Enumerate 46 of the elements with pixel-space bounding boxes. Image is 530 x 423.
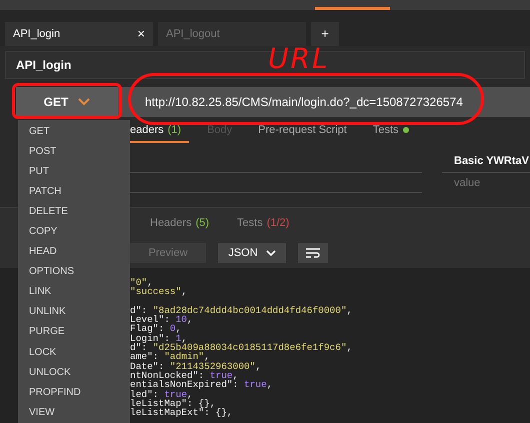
code-line: Flag": 0,	[130, 324, 182, 334]
response-tab[interactable]: Tests (1/2)	[237, 214, 290, 232]
new-tab-button[interactable]: +	[311, 22, 339, 46]
code-line: Date": "2114352963000",	[130, 362, 262, 371]
menu-item[interactable]: PROPFIND	[18, 382, 130, 402]
code-line: entialsNonExpired": true,	[130, 380, 273, 390]
request-tab[interactable]: Pre-request Script	[258, 122, 355, 143]
method-dropdown[interactable]: GET	[16, 87, 118, 117]
menu-item[interactable]: OPTIONS	[18, 262, 130, 282]
code-line: Login": 1,	[130, 334, 188, 344]
code-line: ame": "admin",	[130, 352, 210, 362]
code-line: d": "d25b409a88034c0185117d8e6fe1f9c6",	[130, 343, 352, 352]
annotation-label: URL	[268, 44, 330, 74]
code-line: Level": 10,	[130, 315, 193, 324]
format-dropdown[interactable]: JSON	[218, 243, 286, 263]
code-line: led": true,	[130, 390, 193, 399]
menu-item[interactable]: PURGE	[18, 322, 130, 342]
code-line: leListMapExt": {},	[130, 408, 233, 418]
menu-item[interactable]: UNLOCK	[18, 362, 130, 382]
menu-item[interactable]: DELETE	[18, 201, 130, 222]
code-line: ntNonLocked": true,	[130, 370, 238, 380]
code-line: d": "8ad28dc74ddd4bc0014ddd4fd46f0000",	[130, 306, 352, 316]
response-tab[interactable]: Headers (5)	[150, 214, 210, 232]
menu-item[interactable]: GET	[18, 121, 130, 142]
wrap-button[interactable]	[298, 243, 328, 263]
menu-item[interactable]: VIEW	[18, 402, 130, 422]
menu-item[interactable]: PUT	[18, 161, 130, 182]
menu-item[interactable]: HEAD	[18, 242, 130, 262]
code-line: "0",	[130, 278, 153, 288]
wrap-icon	[305, 248, 321, 258]
header-value[interactable]: Basic YWRtaV	[454, 153, 529, 170]
menu-item[interactable]: UNLINK	[18, 302, 130, 322]
request-tab[interactable]: Tests	[372, 122, 417, 143]
tab[interactable]: API_login ×	[5, 22, 153, 46]
request-name: API_login	[16, 57, 72, 74]
code-line: leListMap": {},	[130, 398, 216, 408]
menu-item[interactable]: POST	[18, 141, 130, 162]
chevron-down-icon	[266, 250, 276, 256]
chevron-down-icon	[78, 98, 90, 106]
menu-item[interactable]: LOCK	[18, 342, 130, 362]
url-field[interactable]: http://10.82.25.85/CMS/main/login.do?_dc=1508727326574	[118, 87, 530, 117]
menu-item[interactable]: LINK	[18, 282, 130, 302]
close-icon[interactable]: ×	[137, 24, 145, 44]
menu-item[interactable]: PATCH	[18, 181, 130, 202]
menu-item[interactable]: COPY	[18, 221, 130, 242]
code-line: "success",	[130, 287, 188, 297]
